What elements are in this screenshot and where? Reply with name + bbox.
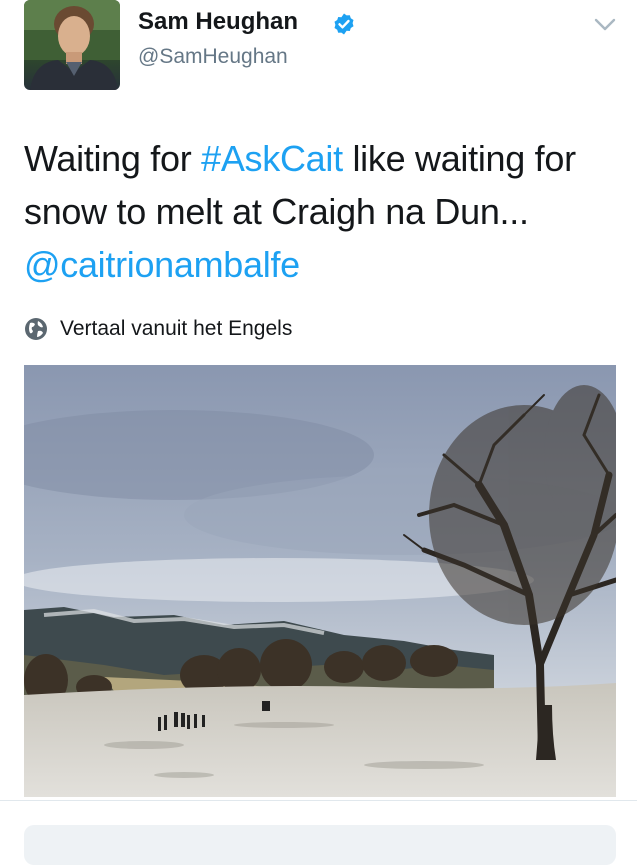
author-handle[interactable]: @SamHeughan <box>138 45 288 69</box>
tweet-photo[interactable] <box>24 365 616 797</box>
tweet-text-part: Waiting for <box>24 138 202 179</box>
hashtag-link[interactable]: #AskCait <box>201 138 343 179</box>
globe-icon <box>25 318 47 340</box>
quoted-card[interactable] <box>24 825 616 865</box>
author-avatar[interactable] <box>24 0 120 90</box>
chevron-down-icon[interactable] <box>594 18 616 32</box>
author-name[interactable]: Sam Heughan <box>138 8 298 36</box>
translate-label: Vertaal vanuit het Engels <box>60 317 293 340</box>
tweet-text: Waiting for #AskCait like waiting for sn… <box>24 132 624 291</box>
divider <box>0 800 637 801</box>
mention-link[interactable]: @caitrionambalfe <box>24 244 300 285</box>
verified-badge-icon <box>334 13 354 35</box>
translate-button[interactable]: Vertaal vanuit het Engels <box>24 314 292 344</box>
